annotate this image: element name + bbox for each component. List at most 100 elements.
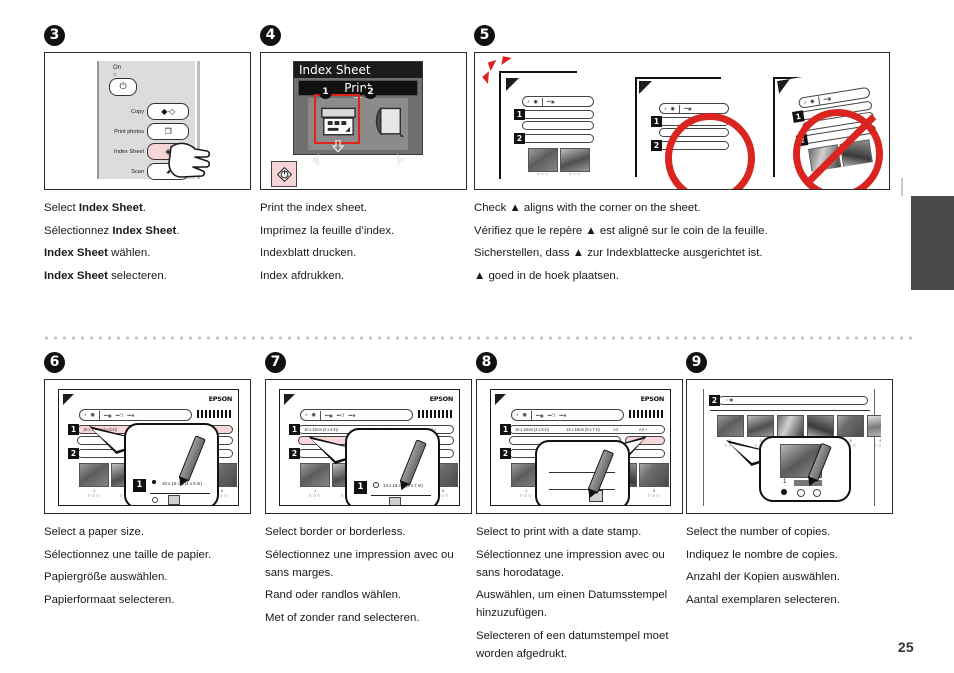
- step-8: 8 EPSON ♪ ◉ •••▣ •••❐ •••❖ 10 x 15cm (4 …: [476, 352, 683, 667]
- caption-line-nl: Met of zonder rand selecteren.: [265, 611, 420, 624]
- brand-logo: EPSON: [429, 395, 454, 403]
- caption-line-en: Check ▲ aligns with the corner on the sh…: [474, 202, 701, 214]
- caption-line-en: Select the number of copies.: [686, 526, 831, 538]
- sheet-icon-a: ♪: [527, 98, 530, 105]
- lcd-title: Index Sheet: [294, 62, 422, 78]
- caption-line-de: Indexblatt drucken.: [260, 247, 357, 260]
- sheet-row-1: [522, 110, 594, 119]
- callout-row-tag: 1: [354, 481, 367, 494]
- alignment-corner-mark: [284, 394, 295, 405]
- option-thumb-icon: [389, 497, 401, 505]
- caption-line-fr: Sélectionnez une impression avec ou sans…: [265, 548, 454, 579]
- scanner-edge-vertical: [499, 71, 501, 179]
- callout-divider-2: [549, 489, 615, 490]
- brand-logo: EPSON: [208, 395, 233, 403]
- step-badge: 7: [265, 352, 286, 373]
- circle-slash-icon: ◉: [522, 412, 527, 418]
- index-sheet: EPSON ♪ ◉ •••▣ •••❐ •••❖ 10 x 15cm (4 x …: [58, 389, 239, 506]
- copy-button-row[interactable]: Copy ◆·◇: [131, 103, 189, 120]
- row-tag-1: 1: [792, 110, 805, 123]
- caption-line-fr: Indiquez le nombre de copies.: [686, 548, 838, 561]
- flash-mark-icon: [487, 59, 500, 72]
- row1-option-1: 10 x 15cm (4 x 6 in): [304, 427, 338, 432]
- sheet-header-pill: ♪ ◉ •••▣ •••❐ •••❖: [79, 409, 192, 421]
- thumbnail-strip: ○○○ ○○○: [528, 148, 590, 175]
- step-8-caption: Select to print with a date stamp. Sélec…: [476, 523, 683, 663]
- step-8-figure: EPSON ♪ ◉ •••▣ •••❐ •••❖ 10 x 15cm (4 x …: [476, 379, 683, 514]
- empty-bubble-icon: [797, 489, 805, 497]
- step-6-caption: Select a paper size. Sélectionnez une ta…: [44, 523, 251, 609]
- lcd-selection-highlight: [314, 94, 360, 144]
- callout-option-row-2: [371, 496, 431, 505]
- caption-line-en: Select border or borderless.: [265, 526, 406, 538]
- caption-line-en: Select Index Sheet.: [44, 202, 146, 214]
- option-icon-2: •••❐: [115, 412, 124, 418]
- manual-page: 25 3 On ○ ⏻ Copy ◆·◇ Print photos ❐ Inde…: [0, 0, 954, 673]
- sheet-icon-c: •••▣: [546, 99, 555, 104]
- pencil-icon: [178, 435, 206, 483]
- caption-line-de: Anzahl der Kopien auswählen.: [686, 571, 840, 584]
- callout-balloon: 1 13 x 18 cm (5 x 7 in): [345, 428, 440, 505]
- step-badge: 4: [260, 25, 281, 46]
- alignment-corner-mark: [495, 394, 506, 405]
- step-4-caption: Print the index sheet. Imprimez la feuil…: [260, 199, 467, 285]
- lcd-right-arrow-icon[interactable]: [397, 154, 405, 166]
- copy-icon[interactable]: ◆·◇: [147, 103, 189, 120]
- row-tag-2: 2: [289, 448, 300, 459]
- option-thumb-icon: [168, 495, 180, 505]
- power-button[interactable]: ⏻: [109, 78, 137, 96]
- alignment-corner-mark: [506, 78, 519, 91]
- step-7-figure: EPSON ♪ ◉ •••▣ •••❐ •••❖ 10 x 15cm (4 x …: [265, 379, 472, 514]
- filled-bubble-icon: [781, 489, 787, 495]
- option-icon-3: •••❖: [127, 412, 135, 418]
- caption-line-nl: Index afdrukken.: [260, 269, 345, 282]
- caption-line-en: Print the index sheet.: [260, 202, 368, 214]
- caption-line-de: Sicherstellen, dass ▲ zur Indexblattecke…: [474, 247, 763, 260]
- option-icon-1: •••▣: [103, 412, 112, 418]
- lcd-left-arrow-icon[interactable]: [311, 154, 319, 166]
- caption-line-fr: Sélectionnez une taille de papier.: [44, 548, 212, 561]
- row-tag-1: 1: [651, 116, 662, 127]
- caption-line-de: Auswählen, um einen Datumsstempel hinzuz…: [476, 589, 668, 620]
- step-badge: 6: [44, 352, 65, 373]
- lcd-option-1-badge: 1: [319, 86, 332, 99]
- callout-balloon: 1 10 x 15 cm (4 x 6 in): [124, 423, 219, 505]
- sheet-header-pill: ♪ ◉ •••▣: [522, 96, 594, 107]
- sheet-icon-c: •••▣: [683, 106, 692, 111]
- scanner-edge-vertical: [635, 77, 637, 177]
- alignment-corner-mark: [777, 78, 792, 94]
- empty-bubble-icon: [373, 482, 379, 488]
- step-3-figure: On ○ ⏻ Copy ◆·◇ Print photos ❐ Index She…: [44, 52, 251, 190]
- power-label: On ○: [113, 65, 121, 78]
- index-sheet: EPSON ♪ ◉ •••▣ •••❐ •••❖ 10 x 15cm (4 x …: [490, 389, 671, 506]
- barcode: [197, 410, 233, 418]
- caption-line-fr: Vérifiez que le repère ▲ est aligné sur …: [474, 224, 768, 237]
- sheet-edge: [703, 389, 704, 506]
- start-button[interactable]: [271, 161, 297, 187]
- step-9: 9 2 ○ ▣ 1○○○ 2○○○ 3○○○ 4○○○ 5○○○ 6○○○: [686, 352, 893, 613]
- lcd-screen: Index Sheet Print 1 2: [293, 61, 423, 166]
- barcode: [418, 410, 454, 418]
- option-icon-1: •••▣: [324, 412, 333, 418]
- caption-line-en: Select a paper size.: [44, 526, 145, 538]
- row-tag-2: 2: [709, 395, 720, 406]
- side-rule: [901, 178, 903, 196]
- thumbnail-item: 1 ○○○: [79, 463, 109, 499]
- music-icon: ♪: [305, 412, 308, 418]
- flash-mark-icon: [482, 71, 495, 84]
- index-sheet-button-label: Index Sheet: [114, 148, 144, 155]
- lcd-down-arrow-icon: [332, 140, 344, 152]
- row-tag-2: 2: [514, 133, 525, 144]
- option-icon-1: •••▣: [535, 412, 544, 418]
- circle-slash-icon: ◉: [311, 412, 316, 418]
- sheet-header-pill: ♪ ◉ •••▣: [659, 103, 729, 114]
- callout-option-row-2: [150, 494, 210, 505]
- step-badge: 8: [476, 352, 497, 373]
- sheet-row-1b: [522, 121, 594, 130]
- sheet-row-2: [718, 396, 868, 405]
- row1-option-3: A4: [613, 427, 618, 432]
- sheet-icon-c: •••▣: [822, 95, 832, 102]
- step-badge: 5: [474, 25, 495, 46]
- sheet-header-pill: ♪ ◉ •••▣ •••❐ •••❖: [511, 409, 624, 421]
- step-3: 3 On ○ ⏻ Copy ◆·◇ Print photos ❐ Index S…: [44, 25, 251, 289]
